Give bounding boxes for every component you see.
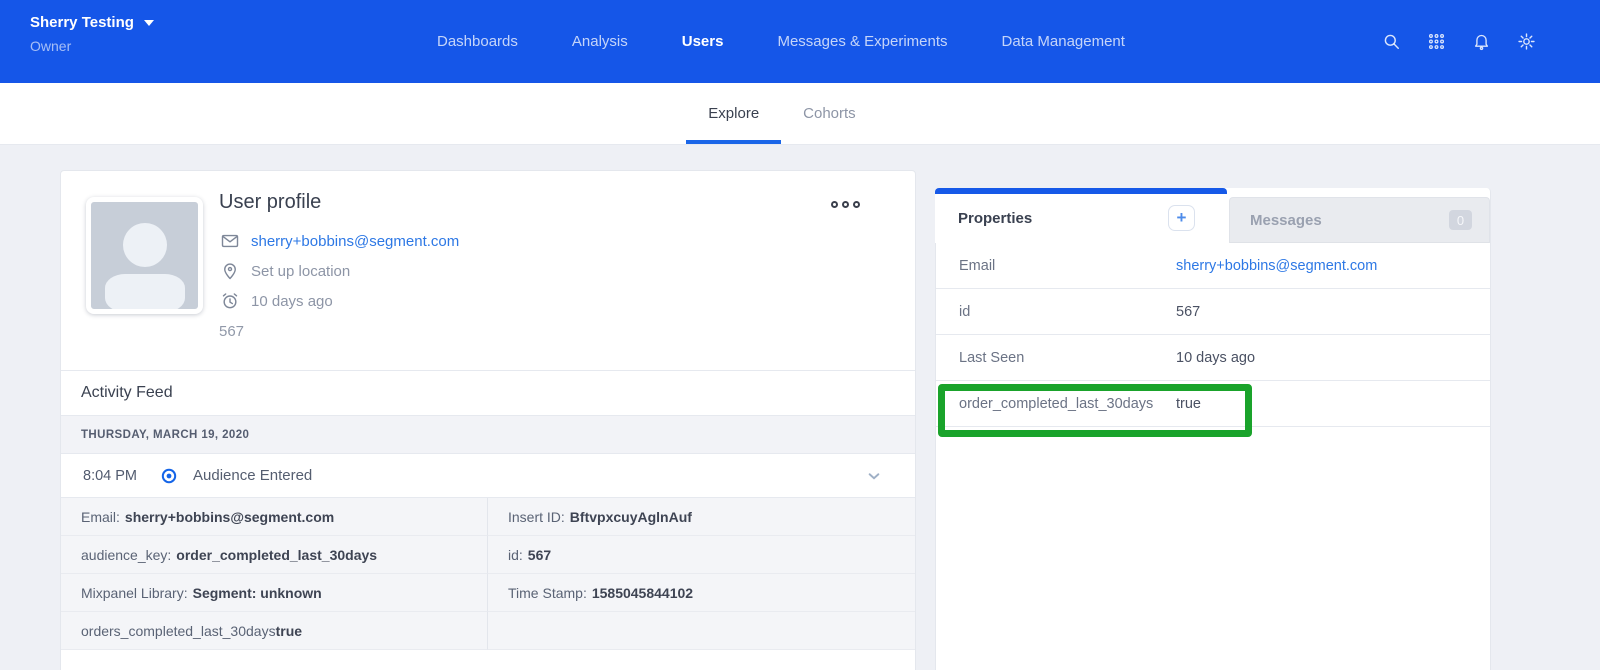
add-property-button[interactable]: + <box>1168 205 1195 231</box>
activity-feed-header: Activity Feed <box>61 371 915 416</box>
detail-cell-orders-completed: orders_completed_last_30daystrue <box>61 612 488 650</box>
property-key: Last Seen <box>936 350 1176 366</box>
envelope-icon <box>219 230 241 252</box>
property-key: order_completed_last_30days <box>936 396 1176 412</box>
audience-event-icon <box>161 468 177 484</box>
top-icon-group <box>1382 0 1536 83</box>
tab-properties[interactable]: Properties + <box>935 194 1227 243</box>
search-icon[interactable] <box>1382 32 1401 51</box>
profile-title: User profile <box>219 191 459 214</box>
bell-icon[interactable] <box>1472 32 1491 51</box>
project-switcher[interactable]: Sherry Testing Owner <box>30 14 154 54</box>
activity-feed-title: Activity Feed <box>81 384 173 402</box>
properties-panel: Properties + Messages 0 Email sherry+bob… <box>935 188 1491 670</box>
property-value: 567 <box>1176 304 1200 320</box>
detail-cell-mixpanel-library: Mixpanel Library:Segment: unknown <box>61 574 488 612</box>
explore-cohorts-tabbar: Explore Cohorts <box>0 83 1600 145</box>
clock-icon <box>219 290 241 312</box>
tab-messages-label: Messages <box>1250 212 1322 229</box>
user-profile-card: User profile sherry+bobbins@segment.com … <box>60 170 916 670</box>
chevron-down-icon <box>144 20 154 26</box>
nav-item-dashboards[interactable]: Dashboards <box>437 33 518 50</box>
detail-cell-id: id:567 <box>488 536 915 574</box>
profile-email-link[interactable]: sherry+bobbins@segment.com <box>251 233 459 250</box>
nav-item-users[interactable]: Users <box>682 33 724 50</box>
detail-cell-empty <box>488 612 915 650</box>
nav-item-data-management[interactable]: Data Management <box>1002 33 1125 50</box>
profile-location[interactable]: Set up location <box>251 263 350 280</box>
detail-cell-timestamp: Time Stamp:1585045844102 <box>488 574 915 612</box>
tab-cohorts[interactable]: Cohorts <box>781 83 878 144</box>
properties-table: Email sherry+bobbins@segment.com id 567 … <box>936 243 1490 427</box>
property-value-email-link[interactable]: sherry+bobbins@segment.com <box>1176 258 1377 274</box>
detail-cell-audience-key: audience_key:order_completed_last_30days <box>61 536 488 574</box>
activity-event-row[interactable]: 8:04 PM Audience Entered <box>61 454 915 498</box>
profile-id: 567 <box>219 323 244 340</box>
property-row-id: id 567 <box>936 289 1490 335</box>
property-row-last-seen: Last Seen 10 days ago <box>936 335 1490 381</box>
property-key: id <box>936 304 1176 320</box>
event-name: Audience Entered <box>193 467 312 484</box>
apps-grid-icon[interactable] <box>1427 32 1446 51</box>
more-options-icon[interactable] <box>831 201 860 208</box>
activity-date-label: THURSDAY, MARCH 19, 2020 <box>81 429 249 441</box>
tab-messages[interactable]: Messages 0 <box>1229 197 1490 243</box>
property-row-order-completed: order_completed_last_30days true <box>936 381 1490 427</box>
tab-explore-label: Explore <box>708 105 759 122</box>
property-value: 10 days ago <box>1176 350 1255 366</box>
property-key: Email <box>936 258 1176 274</box>
main-nav: Dashboards Analysis Users Messages & Exp… <box>437 0 1125 83</box>
nav-item-messages-experiments[interactable]: Messages & Experiments <box>777 33 947 50</box>
location-pin-icon <box>219 260 241 282</box>
activity-date-header: THURSDAY, MARCH 19, 2020 <box>61 416 915 454</box>
detail-cell-insert-id: Insert ID:BftvpxcuyAglnAuf <box>488 498 915 536</box>
tab-explore[interactable]: Explore <box>686 83 781 144</box>
event-detail-table: Email:sherry+bobbins@segment.com Insert … <box>61 498 915 650</box>
event-time: 8:04 PM <box>83 468 161 484</box>
user-role-label: Owner <box>30 38 154 54</box>
collapse-chevron-icon[interactable] <box>867 469 881 483</box>
tab-cohorts-label: Cohorts <box>803 105 856 122</box>
property-value: true <box>1176 396 1201 412</box>
profile-last-seen: 10 days ago <box>251 293 333 310</box>
detail-cell-email: Email:sherry+bobbins@segment.com <box>61 498 488 536</box>
profile-section: User profile sherry+bobbins@segment.com … <box>61 171 915 371</box>
project-name[interactable]: Sherry Testing <box>30 14 134 31</box>
nav-item-analysis[interactable]: Analysis <box>572 33 628 50</box>
avatar <box>86 197 203 314</box>
messages-count-badge: 0 <box>1449 210 1472 230</box>
property-row-email: Email sherry+bobbins@segment.com <box>936 243 1490 289</box>
tab-properties-label: Properties <box>958 210 1032 227</box>
gear-icon[interactable] <box>1517 32 1536 51</box>
top-navigation-bar: Sherry Testing Owner Dashboards Analysis… <box>0 0 1600 83</box>
